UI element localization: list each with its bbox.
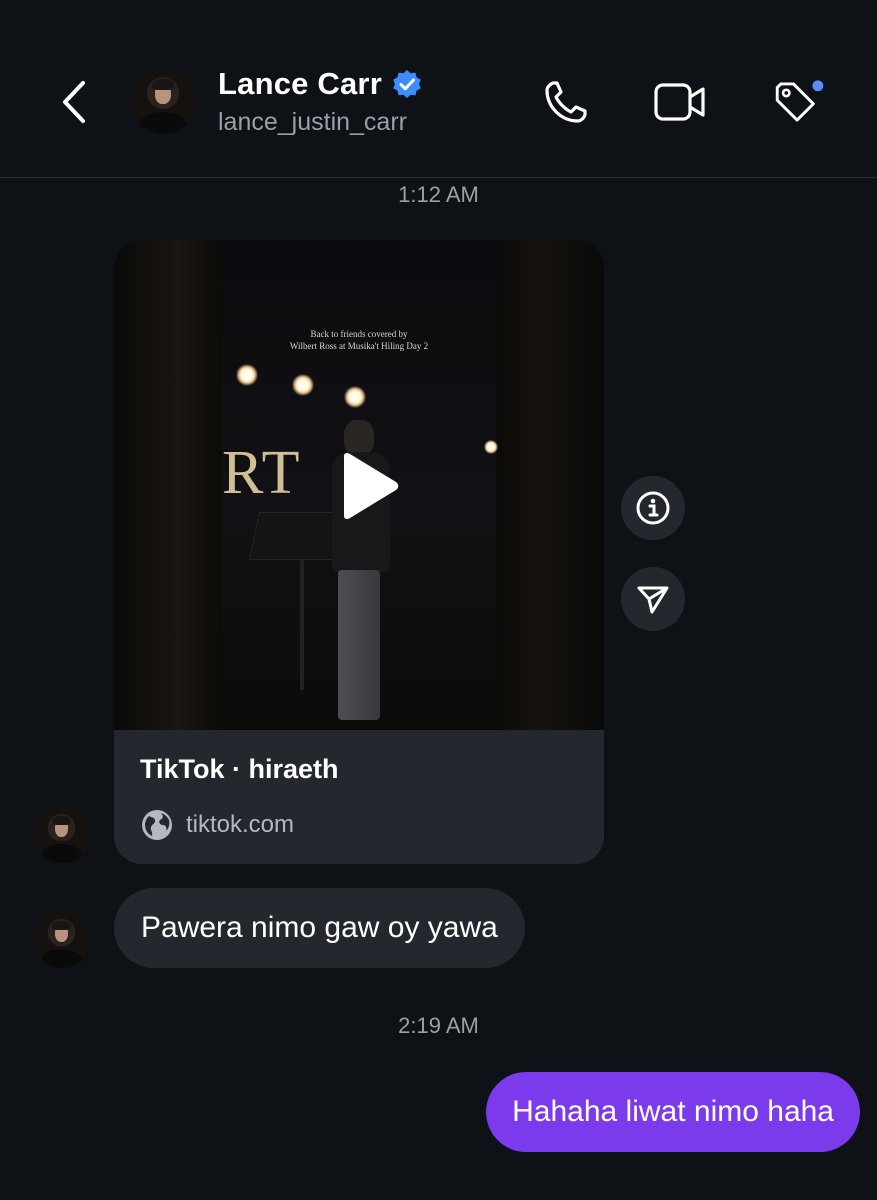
contact-handle[interactable]: lance_justin_carr bbox=[218, 108, 407, 137]
share-button[interactable] bbox=[621, 567, 685, 631]
phone-icon bbox=[545, 81, 587, 123]
play-icon[interactable] bbox=[336, 452, 400, 520]
sender-avatar[interactable] bbox=[33, 806, 90, 863]
chat-header: Lance Carr lance_justin_carr bbox=[0, 0, 877, 178]
send-icon bbox=[637, 586, 669, 614]
stage-sign-text: RT bbox=[222, 439, 302, 507]
back-button[interactable] bbox=[52, 72, 96, 132]
chevron-left-icon bbox=[63, 81, 85, 123]
video-camera-icon bbox=[654, 83, 705, 121]
link-site-text: tiktok.com bbox=[186, 811, 295, 838]
verified-badge-icon bbox=[393, 70, 421, 98]
timestamp: 2:19 AM bbox=[398, 1013, 479, 1038]
info-button[interactable] bbox=[621, 476, 685, 540]
video-caption: Back to friends covered by Wilbert Ross … bbox=[289, 329, 429, 351]
voice-call-button[interactable] bbox=[538, 74, 594, 130]
globe-icon bbox=[142, 810, 172, 840]
video-call-button[interactable] bbox=[652, 74, 708, 130]
link-title: TikTok · hiraeth bbox=[140, 754, 339, 784]
sender-avatar[interactable] bbox=[33, 911, 90, 968]
outgoing-message-bubble[interactable]: Hahaha liwat nimo haha bbox=[486, 1072, 860, 1152]
incoming-message-bubble[interactable]: Pawera nimo gaw oy yawa bbox=[114, 888, 525, 968]
tag-button[interactable] bbox=[770, 74, 826, 130]
video-thumbnail[interactable]: Back to friends covered by Wilbert Ross … bbox=[114, 240, 604, 730]
contact-name-text: Lance Carr bbox=[218, 66, 382, 101]
link-site: tiktok.com bbox=[140, 808, 294, 842]
contact-name[interactable]: Lance Carr bbox=[218, 66, 422, 102]
contact-avatar[interactable] bbox=[130, 68, 196, 134]
chat-screen: Lance Carr lance_justin_carr 1:12 AM Bac… bbox=[0, 0, 877, 1200]
link-preview[interactable]: TikTok · hiraeth tiktok.com bbox=[114, 730, 604, 864]
info-icon bbox=[636, 491, 670, 525]
tag-icon bbox=[775, 80, 824, 122]
shared-tiktok-card[interactable]: Back to friends covered by Wilbert Ross … bbox=[114, 240, 604, 864]
timestamp: 1:12 AM bbox=[398, 182, 479, 207]
